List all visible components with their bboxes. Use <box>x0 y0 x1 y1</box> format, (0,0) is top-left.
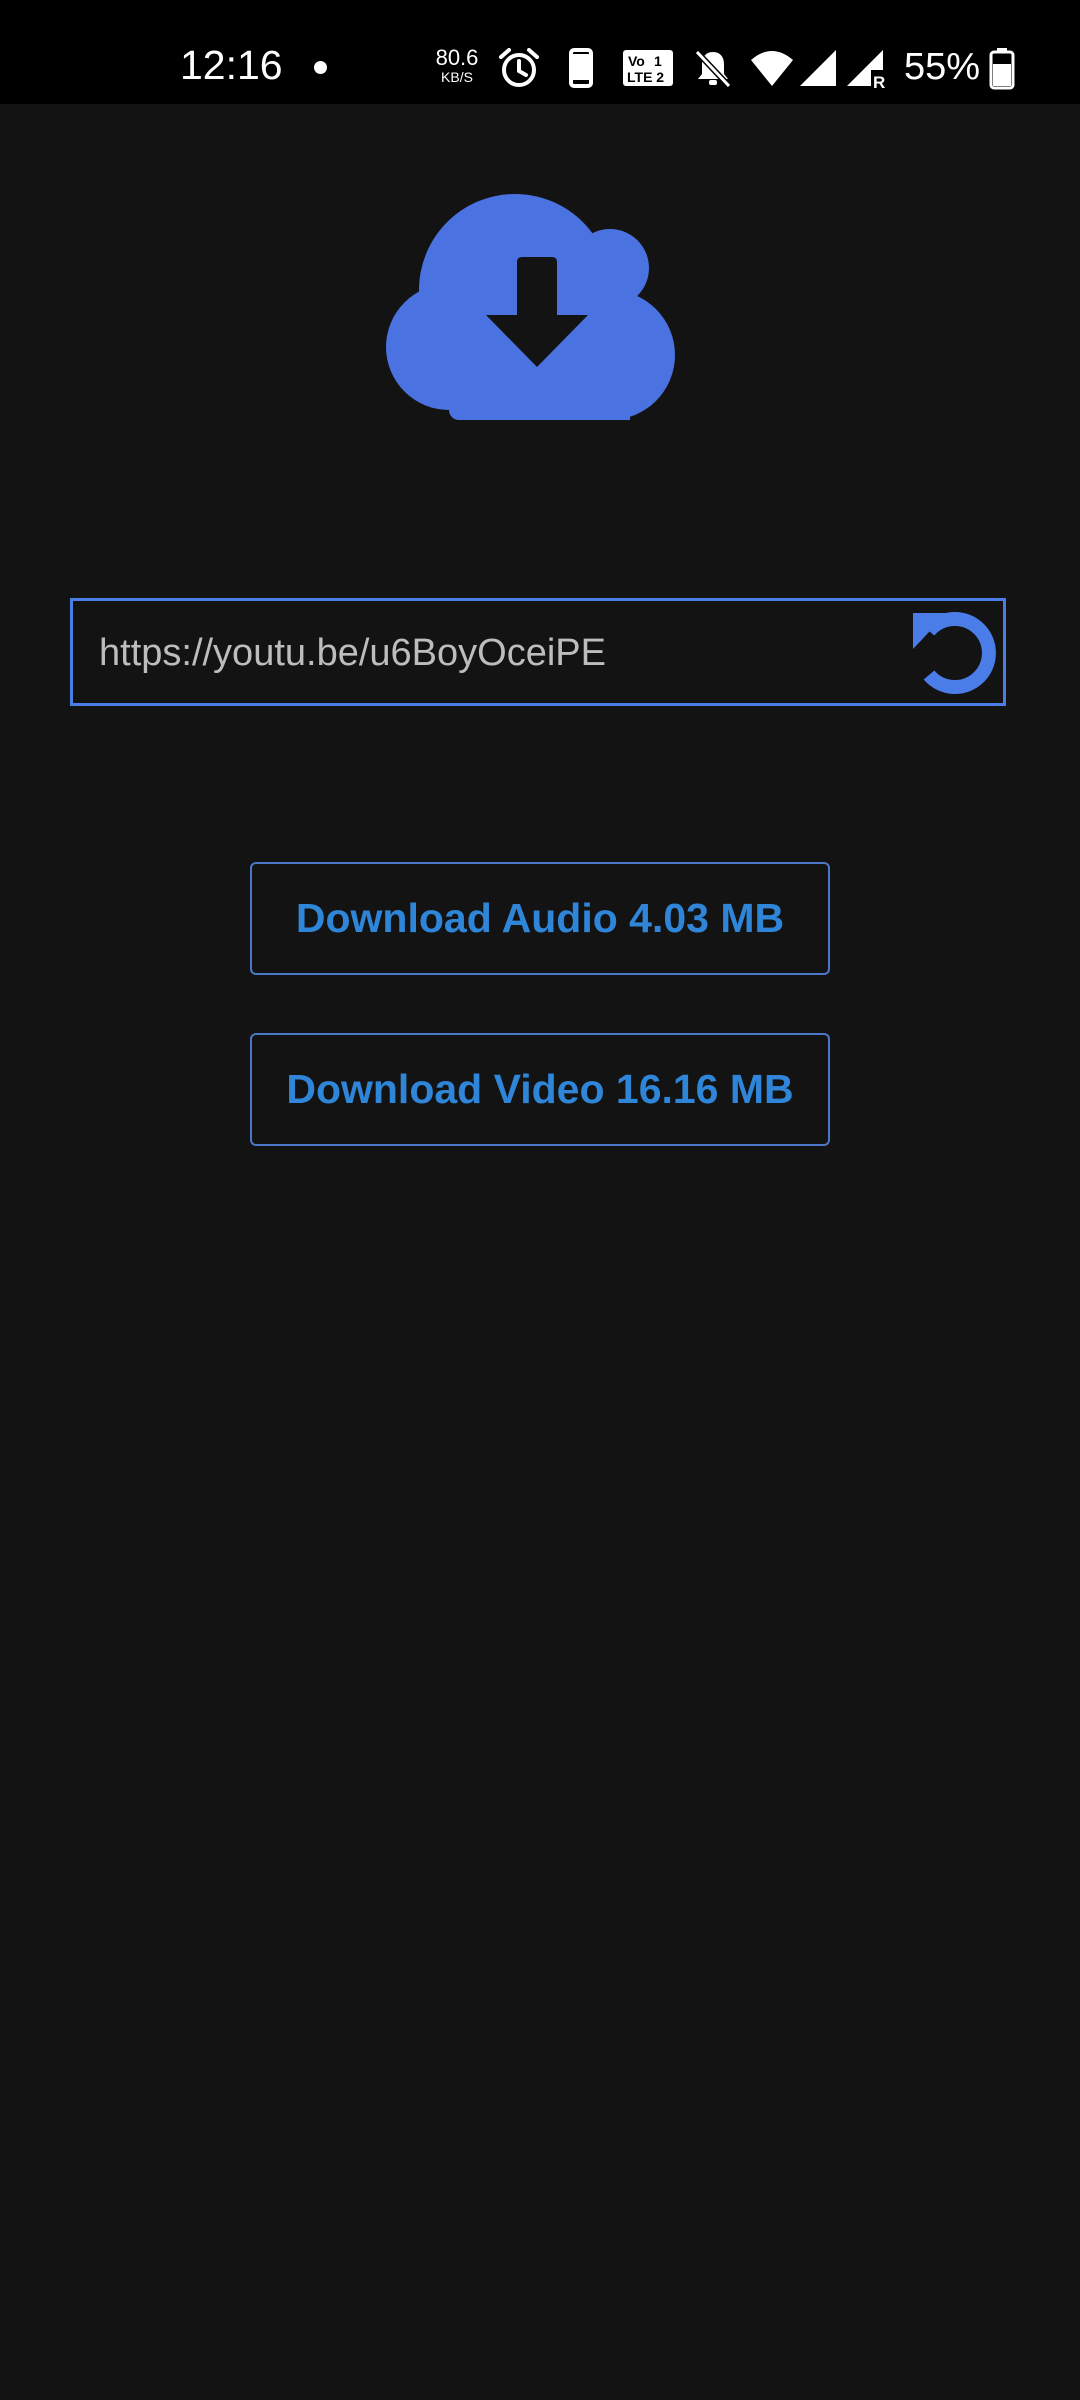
svg-text:1: 1 <box>654 53 662 69</box>
alarm-icon <box>499 48 539 87</box>
signal-roaming-icon: R <box>847 50 885 90</box>
refresh-icon[interactable] <box>909 603 1009 703</box>
wifi-icon <box>751 51 793 86</box>
url-input-value[interactable]: https://youtu.be/u6BoyOceiPE <box>99 629 606 677</box>
app-screen: 12:16 80.6 KB/S Vo 1 LTE 2 R 55% https:/… <box>0 0 1080 2400</box>
volte-icon: Vo 1 LTE 2 <box>623 50 673 86</box>
battery-percent: 55% <box>904 46 981 88</box>
svg-text:R: R <box>873 73 885 90</box>
download-video-label: Download Video 16.16 MB <box>286 1066 794 1112</box>
url-input[interactable]: https://youtu.be/u6BoyOceiPE <box>70 598 1006 706</box>
status-bar: 12:16 80.6 KB/S Vo 1 LTE 2 R 55% <box>0 0 1080 104</box>
network-speed: 80.6 KB/S <box>432 45 482 85</box>
cloud-download-icon <box>386 194 675 420</box>
bell-off-icon <box>694 49 732 89</box>
svg-text:LTE 2: LTE 2 <box>627 69 664 85</box>
battery-icon <box>989 48 1015 90</box>
status-time: 12:16 <box>180 42 283 88</box>
phone-icon <box>569 48 593 88</box>
network-speed-unit: KB/S <box>441 69 473 85</box>
network-speed-value: 80.6 <box>435 45 479 70</box>
download-audio-button[interactable]: Download Audio 4.03 MB <box>250 862 830 975</box>
download-video-button[interactable]: Download Video 16.16 MB <box>250 1033 830 1146</box>
download-audio-label: Download Audio 4.03 MB <box>295 895 785 941</box>
notification-dot <box>314 61 327 74</box>
signal-icon <box>800 50 836 86</box>
svg-text:Vo: Vo <box>628 53 645 69</box>
